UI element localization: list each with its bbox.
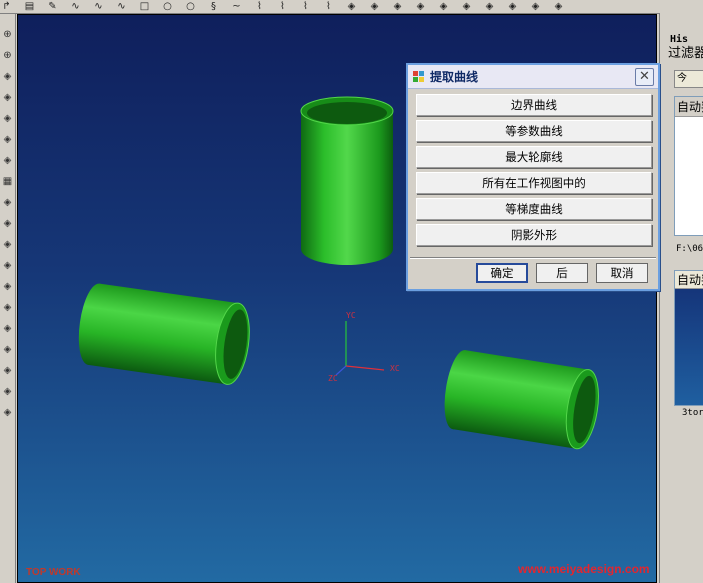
shape-icon[interactable]: ◈ <box>1 301 14 314</box>
dialog-title: 提取曲线 <box>430 70 479 84</box>
line-icon[interactable]: ⌇ <box>276 1 289 12</box>
extract-curve-dialog: 提取曲线 ✕ 边界曲线 等参数曲线 最大轮廓线 所有在工作视图中的 等梯度曲线 … <box>406 63 660 291</box>
shape-icon[interactable]: ◈ <box>460 1 473 12</box>
shape-icon[interactable]: ◈ <box>552 1 565 12</box>
close-button[interactable]: ✕ <box>635 68 654 86</box>
shape-icon[interactable]: ◈ <box>1 259 14 272</box>
close-icon: ✕ <box>639 69 650 84</box>
ok-button[interactable]: 确定 <box>476 263 528 283</box>
shape-icon[interactable]: ◈ <box>1 238 14 251</box>
preview-header-bottom: 自动判 <box>675 271 703 289</box>
tilde-icon[interactable]: ~ <box>230 1 243 12</box>
z-axis-label: ZC <box>328 374 338 383</box>
option-shadow-outline[interactable]: 阴影外形 <box>416 224 652 246</box>
line-icon[interactable]: ⌇ <box>299 1 312 12</box>
shape-icon[interactable]: ◈ <box>1 154 14 167</box>
option-isocline-curves[interactable]: 等梯度曲线 <box>416 198 652 220</box>
curve-icon[interactable]: ∿ <box>69 1 82 12</box>
circle-icon[interactable]: ○ <box>161 1 174 12</box>
top-toolbar: ↱ ▤ ✎ ∿ ∿ ∿ □ ○ ○ § ~ ⌇ ⌇ ⌇ ⌇ ◈ ◈ ◈ ◈ ◈ ◈ ◈ ◈ ◈ ◈ <box>0 0 660 14</box>
shape-icon[interactable]: ◈ <box>1 322 14 335</box>
sphere-icon[interactable]: ⊕ <box>1 49 14 62</box>
dialog-titlebar[interactable]: 提取曲线 ✕ <box>408 65 658 89</box>
watermark-left: TOP WORK <box>26 567 81 578</box>
option-boundary-curves[interactable]: 边界曲线 <box>416 94 652 116</box>
x-axis-label: XC <box>390 364 400 373</box>
line-icon[interactable]: ⌇ <box>253 1 266 12</box>
preview-thumbnail <box>675 289 703 405</box>
shape-icon[interactable]: ◈ <box>345 1 358 12</box>
shape-icon[interactable]: ◈ <box>1 91 14 104</box>
panel-footer-text: 3tor <box>682 408 703 418</box>
circle-icon[interactable]: ○ <box>184 1 197 12</box>
shape-icon[interactable]: ◈ <box>1 385 14 398</box>
shape-icon[interactable]: ◈ <box>414 1 427 12</box>
shape-icon[interactable]: ◈ <box>506 1 519 12</box>
watermark-right: www.meiyadesign.com <box>518 562 650 576</box>
shape-icon[interactable]: ◈ <box>483 1 496 12</box>
shape-icon[interactable]: ◈ <box>529 1 542 12</box>
curve-icon[interactable]: ∿ <box>92 1 105 12</box>
coordinate-triad: YC XC ZC <box>328 311 400 383</box>
left-toolbar: ⊕ ⊕ ◈ ◈ ◈ ◈ ◈ ▦ ◈ ◈ ◈ ◈ ◈ ◈ ◈ ◈ ◈ ◈ ◈ <box>0 14 16 583</box>
square-icon[interactable]: □ <box>138 1 151 12</box>
helix-icon[interactable]: § <box>207 1 220 12</box>
shape-icon[interactable]: ◈ <box>1 406 14 419</box>
option-max-silhouette[interactable]: 最大轮廓线 <box>416 146 652 168</box>
file-path-text: F:\06 <box>676 244 703 254</box>
preview-panel-bottom[interactable]: 自动判 <box>674 270 703 406</box>
option-all-in-work-view[interactable]: 所有在工作视图中的 <box>416 172 652 194</box>
curve-icon[interactable]: ∿ <box>115 1 128 12</box>
line-icon[interactable]: ⌇ <box>322 1 335 12</box>
shape-icon[interactable]: ◈ <box>368 1 381 12</box>
doc-icon[interactable]: ▤ <box>23 1 36 12</box>
grid-icon[interactable]: ▦ <box>1 175 14 188</box>
app-icon <box>413 70 424 82</box>
option-isoparametric-curves[interactable]: 等参数曲线 <box>416 120 652 142</box>
shape-icon[interactable]: ◈ <box>391 1 404 12</box>
preview-header-top: 自动判 <box>675 97 703 117</box>
edit-icon[interactable]: ✎ <box>46 1 59 12</box>
sphere-icon[interactable]: ⊕ <box>1 28 14 41</box>
doc-arrow-icon[interactable]: ↱ <box>0 1 13 12</box>
shape-icon[interactable]: ◈ <box>1 280 14 293</box>
folder-button[interactable]: 今 <box>674 70 703 88</box>
shape-icon[interactable]: ◈ <box>1 196 14 209</box>
shape-icon[interactable]: ◈ <box>437 1 450 12</box>
cylinder-left[interactable] <box>74 282 254 387</box>
dialog-footer: 确定 后 取消 <box>476 263 648 283</box>
shape-icon[interactable]: ◈ <box>1 133 14 146</box>
filter-label: 过滤器 <box>668 46 703 61</box>
back-button[interactable]: 后 <box>536 263 588 283</box>
cylinder-right[interactable] <box>440 348 604 451</box>
y-axis-label: YC <box>346 311 356 320</box>
shape-icon[interactable]: ◈ <box>1 217 14 230</box>
shape-icon[interactable]: ◈ <box>1 364 14 377</box>
preview-panel-top[interactable]: 自动判 <box>674 96 703 236</box>
application-window: ↱ ▤ ✎ ∿ ∿ ∿ □ ○ ○ § ~ ⌇ ⌇ ⌇ ⌇ ◈ ◈ ◈ ◈ ◈ ◈ ◈ ◈ ◈ ◈ ⊕ ⊕ ◈ ◈ ◈ ◈ ◈ ▦ ◈ ◈ ◈ ◈ ◈ ◈… <box>0 0 703 583</box>
shape-icon[interactable]: ◈ <box>1 112 14 125</box>
cancel-button[interactable]: 取消 <box>596 263 648 283</box>
cylinder-vertical[interactable] <box>300 96 394 265</box>
x-axis-line <box>345 365 385 371</box>
dialog-separator <box>410 257 656 259</box>
shape-icon[interactable]: ◈ <box>1 70 14 83</box>
dialog-options: 边界曲线 等参数曲线 最大轮廓线 所有在工作视图中的 等梯度曲线 阴影外形 <box>408 89 658 246</box>
shape-icon[interactable]: ◈ <box>1 343 14 356</box>
resource-panel: His 过滤器 今 自动判 F:\06 自动判 3tor <box>659 14 703 583</box>
folder-label: 今 <box>677 73 687 84</box>
